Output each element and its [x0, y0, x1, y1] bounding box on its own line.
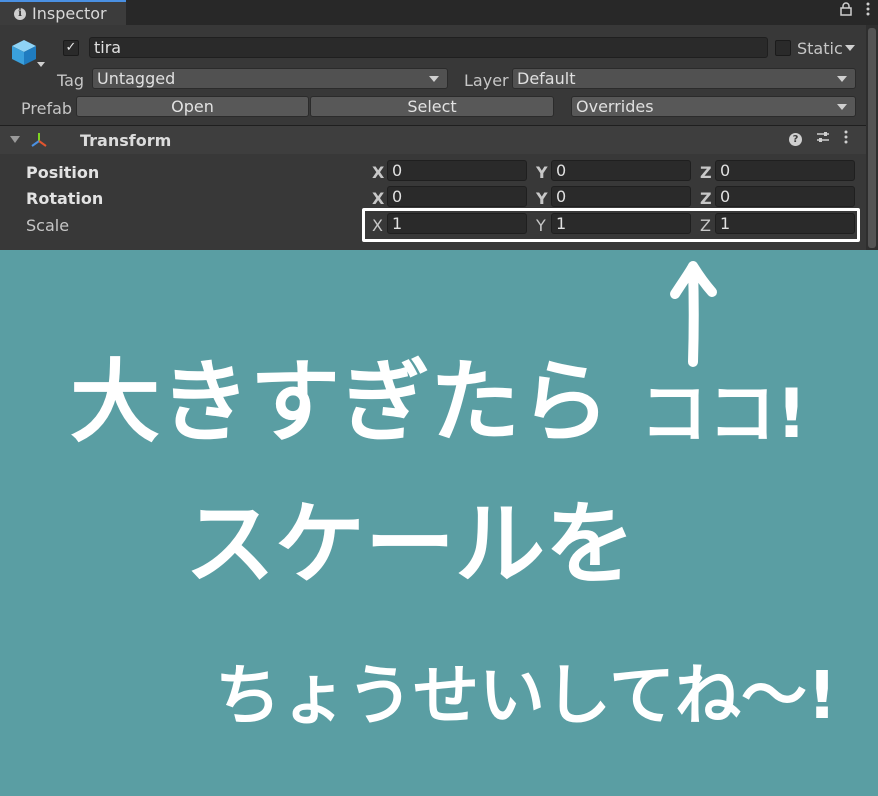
- overrides-label: Overrides: [576, 97, 654, 116]
- handwritten-annotation: 大きすぎたら ココ! スケールを ちょうせいしてね〜!: [70, 261, 837, 734]
- gameobject-cube-icon[interactable]: [10, 38, 38, 66]
- tab-inspector[interactable]: i Inspector: [0, 0, 126, 25]
- presets-sliders-icon[interactable]: [816, 130, 830, 148]
- annotation-line2: スケールを: [185, 492, 635, 597]
- position-x-axis-label[interactable]: X: [372, 163, 384, 182]
- transform-title: Transform: [80, 131, 172, 150]
- rotation-label: Rotation: [26, 189, 104, 208]
- active-checkbox[interactable]: ✓: [63, 40, 79, 56]
- lock-icon[interactable]: [840, 2, 852, 20]
- help-icon[interactable]: ?: [789, 133, 802, 146]
- up-arrow-icon: [670, 261, 717, 367]
- scale-label: Scale: [26, 216, 70, 235]
- scrollbar-thumb[interactable]: [868, 28, 876, 248]
- tag-label: Tag: [57, 71, 85, 90]
- icon-dropdown-icon[interactable]: [37, 62, 45, 67]
- tab-bar: i Inspector: [0, 0, 878, 25]
- rotation-z-axis-label[interactable]: Z: [700, 189, 712, 208]
- component-menu-icon[interactable]: [844, 130, 848, 148]
- foldout-arrow-icon[interactable]: [10, 136, 20, 143]
- layer-caret-icon: [837, 76, 847, 82]
- layer-label: Layer: [464, 71, 509, 90]
- transform-axes-icon: [31, 133, 47, 147]
- rotation-y-input[interactable]: 0: [551, 186, 691, 207]
- overrides-caret-icon: [837, 104, 847, 110]
- static-dropdown-caret-icon[interactable]: [845, 45, 855, 51]
- object-name-input[interactable]: tira: [89, 37, 768, 58]
- transform-header[interactable]: Transform ?: [0, 126, 866, 154]
- position-x-input[interactable]: 0: [387, 160, 527, 181]
- static-label[interactable]: Static: [797, 39, 843, 58]
- position-z-axis-label[interactable]: Z: [700, 163, 712, 182]
- rotation-y-axis-label[interactable]: Y: [536, 189, 548, 208]
- info-icon: i: [14, 7, 26, 20]
- annotation-line1-here: ココ!: [640, 375, 807, 454]
- position-y-axis-label[interactable]: Y: [536, 163, 548, 182]
- tab-actions: [840, 2, 870, 20]
- layer-value: Default: [517, 69, 576, 88]
- inspector-panel: i Inspector ✓ tira Static Tag Untagged L…: [0, 0, 878, 250]
- annotation-line3: ちょうせいしてね〜!: [215, 657, 837, 734]
- tab-inspector-label: Inspector: [32, 4, 107, 23]
- prefab-open-button[interactable]: Open: [76, 96, 309, 117]
- prefab-select-button[interactable]: Select: [310, 96, 554, 117]
- rotation-x-axis-label[interactable]: X: [372, 189, 384, 208]
- tag-caret-icon: [429, 76, 439, 82]
- rotation-z-input[interactable]: 0: [715, 186, 855, 207]
- rotation-x-input[interactable]: 0: [387, 186, 527, 207]
- annotation-line1: 大きすぎたら: [70, 350, 610, 455]
- tag-value: Untagged: [97, 69, 176, 88]
- position-z-input[interactable]: 0: [715, 160, 855, 181]
- transform-header-actions: ?: [789, 130, 848, 148]
- scale-highlight-box: [362, 208, 860, 242]
- position-y-input[interactable]: 0: [551, 160, 691, 181]
- static-checkbox[interactable]: [775, 40, 791, 56]
- layer-dropdown[interactable]: Default: [512, 68, 856, 89]
- position-label: Position: [26, 163, 100, 182]
- prefab-label: Prefab: [21, 99, 73, 118]
- tag-dropdown[interactable]: Untagged: [92, 68, 448, 89]
- kebab-menu-icon[interactable]: [866, 2, 870, 20]
- prefab-overrides-dropdown[interactable]: Overrides: [571, 96, 856, 117]
